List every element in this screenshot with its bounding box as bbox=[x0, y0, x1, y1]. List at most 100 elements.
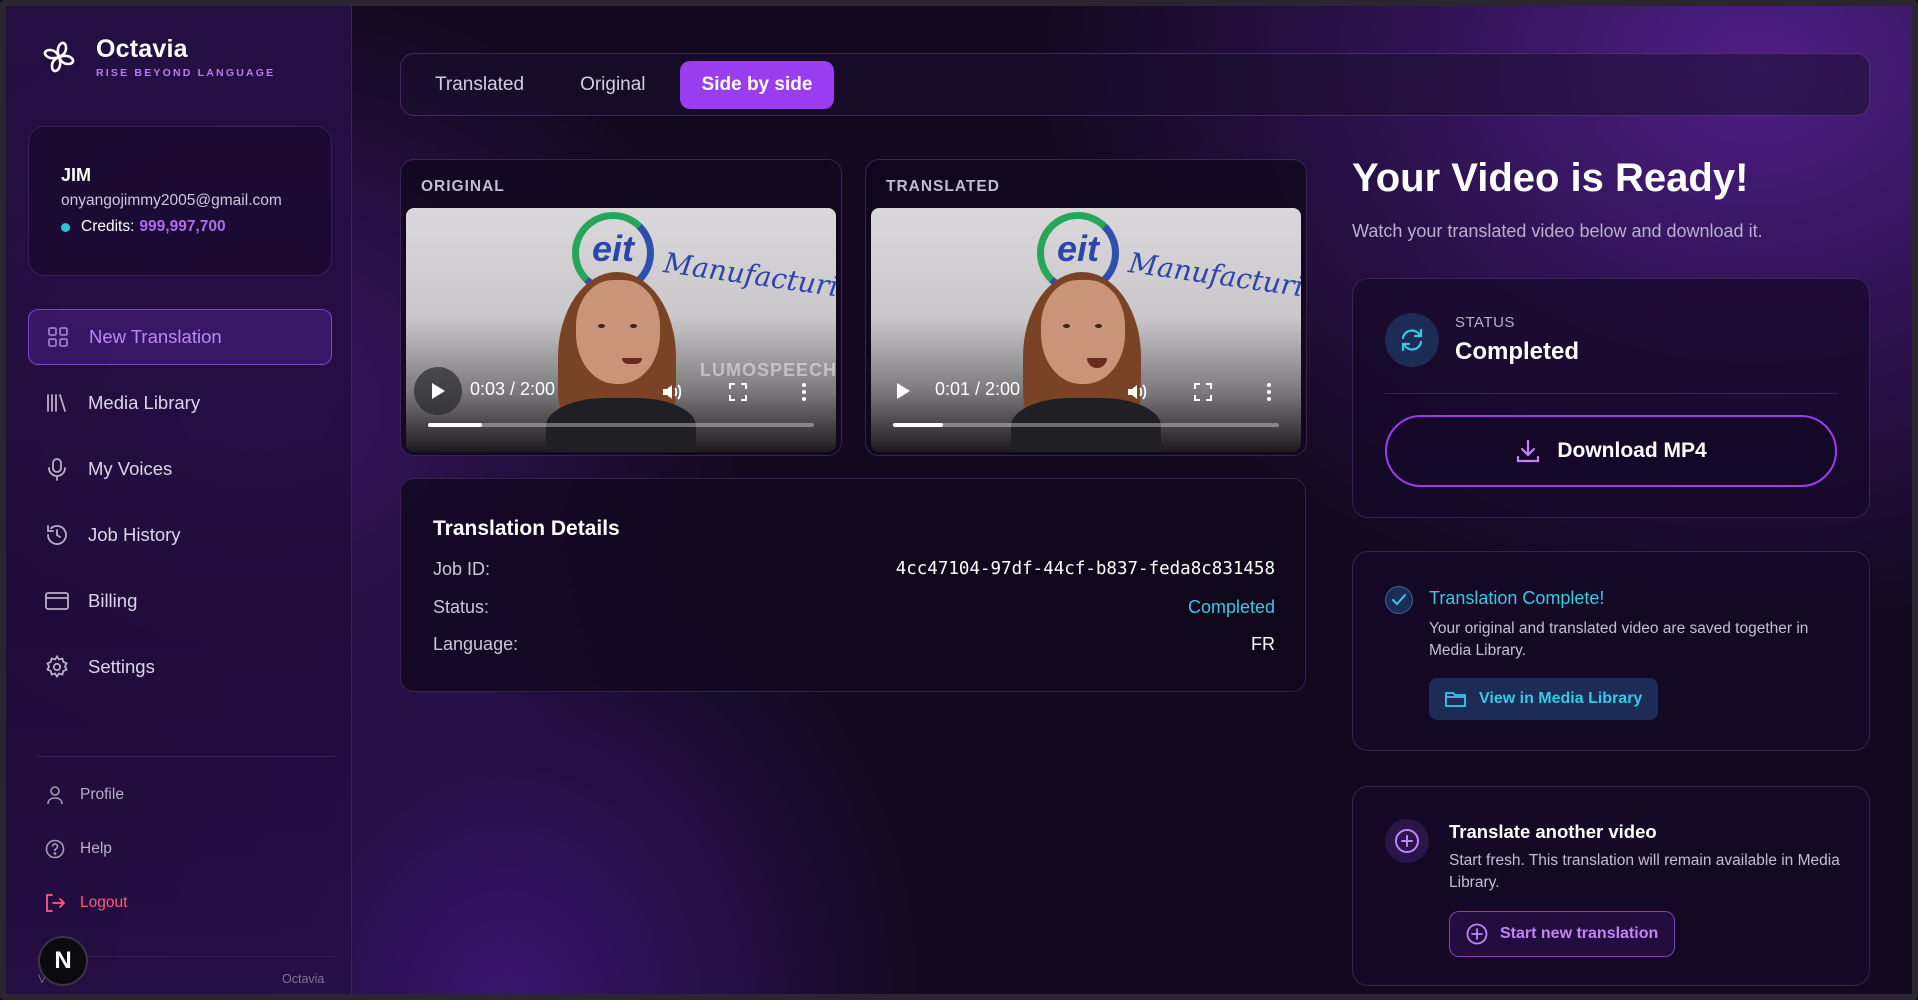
status-label: STATUS bbox=[1455, 314, 1515, 331]
secondary-nav: Profile Help Logout bbox=[44, 782, 127, 944]
translate-another-card: Translate another video Start fresh. Thi… bbox=[1352, 786, 1870, 986]
nav-item-new-translation[interactable]: New Translation bbox=[28, 309, 332, 365]
status-value: Completed bbox=[1455, 338, 1580, 365]
microphone-icon bbox=[44, 456, 70, 482]
nav-item-profile[interactable]: Profile bbox=[44, 782, 127, 808]
user-card: JIM onyangojimmy2005@gmail.com Credits: … bbox=[28, 126, 332, 276]
detail-row-status: Status: Completed bbox=[433, 597, 1275, 618]
more-options-button[interactable] bbox=[792, 380, 816, 404]
gear-icon bbox=[44, 654, 70, 680]
download-label: Download MP4 bbox=[1557, 439, 1707, 462]
button-label: View in Media Library bbox=[1479, 690, 1643, 707]
volume-icon bbox=[663, 384, 682, 400]
detail-row-language: Language: FR bbox=[433, 634, 1275, 655]
tab-original[interactable]: Original bbox=[558, 61, 667, 109]
nav-label: Job History bbox=[88, 524, 181, 545]
brand[interactable]: Octavia RISE BEYOND LANGUAGE bbox=[36, 34, 275, 80]
more-options-button[interactable] bbox=[1257, 380, 1281, 404]
job-id-value: 4cc47104-97df-44cf-b837-feda8c831458 bbox=[895, 559, 1275, 579]
user-email: onyangojimmy2005@gmail.com bbox=[61, 192, 282, 209]
play-button[interactable] bbox=[414, 367, 462, 415]
nav-divider bbox=[36, 756, 336, 757]
detail-label: Language: bbox=[433, 634, 519, 654]
original-video-player[interactable]: eit Manufacturing LUMOSPEECH 0:03 / 2:00 bbox=[406, 208, 836, 452]
app-window: Octavia RISE BEYOND LANGUAGE JIM onyango… bbox=[0, 0, 1918, 1000]
eit-logo-text: eit bbox=[592, 228, 635, 269]
nav-item-media-library[interactable]: Media Library bbox=[28, 375, 332, 431]
folder-icon bbox=[1445, 692, 1466, 707]
download-mp4-button[interactable]: Download MP4 bbox=[1385, 415, 1837, 487]
fullscreen-icon bbox=[729, 383, 747, 401]
translated-video-player[interactable]: eit Manufacturing 0:01 / 2:00 bbox=[871, 208, 1301, 452]
video-brand-text: Manufacturing bbox=[661, 246, 836, 309]
translation-details-card: Translation Details Job ID: 4cc47104-97d… bbox=[400, 478, 1306, 692]
play-icon bbox=[432, 383, 445, 399]
user-icon bbox=[44, 784, 66, 806]
eit-logo-text: eit bbox=[1057, 228, 1100, 269]
video-card-title: TRANSLATED bbox=[886, 178, 1000, 195]
tab-side-by-side[interactable]: Side by side bbox=[679, 60, 835, 109]
nav-label: My Voices bbox=[88, 458, 173, 479]
video-time: 0:03 / 2:00 bbox=[470, 379, 556, 399]
brand-tagline: RISE BEYOND LANGUAGE bbox=[96, 67, 276, 79]
nav-label: Billing bbox=[88, 590, 138, 611]
plus-circle-icon bbox=[1466, 923, 1488, 945]
more-vertical-icon bbox=[1267, 383, 1271, 401]
nav-label: New Translation bbox=[89, 326, 222, 347]
original-video-card: ORIGINAL eit Manufacturing LUMOSPEECH 0:… bbox=[400, 159, 842, 456]
nav-item-job-history[interactable]: Job History bbox=[28, 507, 332, 563]
another-title: Translate another video bbox=[1449, 821, 1657, 842]
video-controls: 0:03 / 2:00 bbox=[406, 362, 836, 452]
nav-label: Media Library bbox=[88, 392, 201, 413]
volume-button[interactable] bbox=[1125, 380, 1149, 404]
nav-label: Help bbox=[80, 840, 112, 857]
volume-button[interactable] bbox=[660, 380, 684, 404]
refresh-icon bbox=[1385, 313, 1439, 367]
brand-name: Octavia bbox=[96, 35, 188, 63]
dev-badge[interactable]: N bbox=[38, 936, 88, 986]
credit-card-icon bbox=[44, 588, 70, 614]
credits-value: 999,997,700 bbox=[139, 218, 226, 235]
logout-icon bbox=[44, 892, 66, 914]
video-progress-fill bbox=[428, 423, 483, 427]
more-vertical-icon bbox=[802, 383, 806, 401]
history-icon bbox=[44, 522, 70, 548]
translation-complete-card: Translation Complete! Your original and … bbox=[1352, 551, 1870, 751]
nav-item-my-voices[interactable]: My Voices bbox=[28, 441, 332, 497]
translated-video-card: TRANSLATED eit Manufacturing 0:01 / 2:00 bbox=[865, 159, 1307, 456]
credits-status-dot bbox=[61, 222, 70, 232]
video-controls: 0:01 / 2:00 bbox=[871, 362, 1301, 452]
footer-brand: Octavia bbox=[282, 972, 325, 986]
main-nav: New Translation Media Library My Voices … bbox=[28, 309, 332, 705]
play-button[interactable] bbox=[879, 367, 927, 415]
fullscreen-button[interactable] bbox=[1191, 380, 1215, 404]
nav-item-logout[interactable]: Logout bbox=[44, 890, 127, 916]
video-brand-text: Manufacturing bbox=[1126, 246, 1301, 309]
octavia-logo-icon bbox=[43, 41, 75, 73]
plus-circle-icon bbox=[1385, 819, 1429, 863]
fullscreen-icon bbox=[1194, 383, 1212, 401]
start-new-translation-button[interactable]: Start new translation bbox=[1449, 911, 1676, 957]
view-in-media-library-button[interactable]: View in Media Library bbox=[1429, 678, 1659, 720]
page-title: Your Video is Ready! bbox=[1352, 156, 1749, 200]
video-progress-bar[interactable] bbox=[893, 423, 1279, 427]
details-title: Translation Details bbox=[433, 517, 620, 540]
user-name: JIM bbox=[61, 165, 92, 185]
video-time: 0:01 / 2:00 bbox=[935, 379, 1021, 399]
tab-translated[interactable]: Translated bbox=[413, 61, 546, 109]
view-mode-tabs: Translated Original Side by side bbox=[400, 53, 1870, 116]
complete-text: Your original and translated video are s… bbox=[1429, 620, 1809, 659]
nav-item-billing[interactable]: Billing bbox=[28, 573, 332, 629]
fullscreen-button[interactable] bbox=[726, 380, 750, 404]
nav-item-help[interactable]: Help bbox=[44, 836, 127, 862]
nav-item-settings[interactable]: Settings bbox=[28, 639, 332, 695]
library-icon bbox=[44, 390, 70, 416]
grid-icon bbox=[45, 324, 71, 350]
video-progress-bar[interactable] bbox=[428, 423, 814, 427]
volume-icon bbox=[1128, 384, 1147, 400]
page-subtitle: Watch your translated video below and do… bbox=[1352, 221, 1763, 241]
sidebar: Octavia RISE BEYOND LANGUAGE JIM onyango… bbox=[6, 6, 352, 994]
detail-label: Job ID: bbox=[433, 559, 491, 579]
status-card: STATUS Completed Download MP4 bbox=[1352, 278, 1870, 518]
nav-label: Profile bbox=[80, 786, 124, 803]
